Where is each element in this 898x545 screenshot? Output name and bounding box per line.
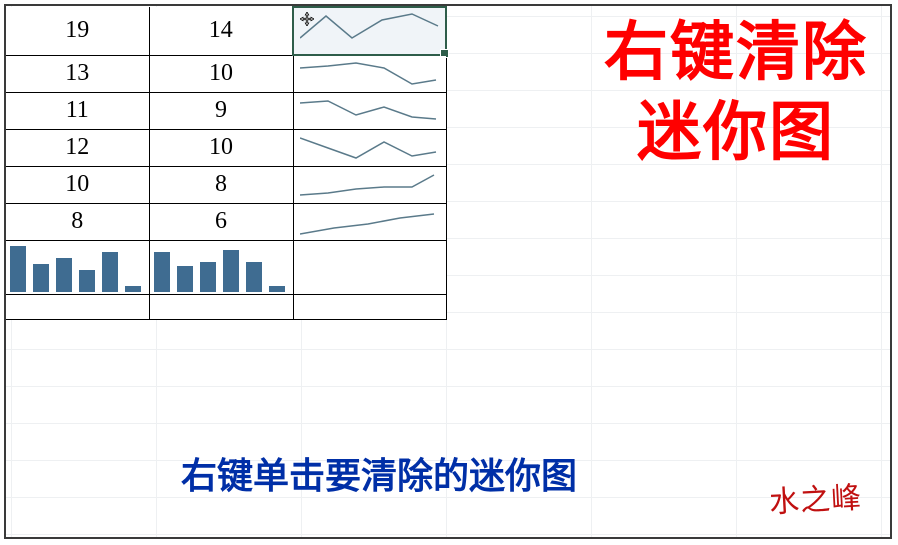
cell-b4[interactable]: 10 (149, 129, 293, 166)
cell-a3[interactable]: 11 (6, 92, 149, 129)
bar (269, 286, 285, 292)
cell-a7-bar-sparkline[interactable] (6, 240, 149, 294)
table-row: 8 6 (6, 203, 446, 240)
sparkline-icon (300, 97, 440, 127)
bar (33, 264, 49, 292)
table-row: 12 10 (6, 129, 446, 166)
cell-a2[interactable]: 13 (6, 55, 149, 92)
cell-c6-sparkline[interactable] (293, 203, 446, 240)
cell-a1[interactable]: 19 (6, 7, 149, 55)
table-row: 11 9 (6, 92, 446, 129)
table-row: 19 14 (6, 7, 446, 55)
bar (79, 270, 95, 292)
table-row-empty (6, 294, 446, 319)
cell-c2-sparkline[interactable] (293, 55, 446, 92)
bar (10, 246, 26, 292)
bar (200, 262, 216, 292)
bar (102, 252, 118, 292)
sparkline-icon (300, 171, 440, 201)
headline-line1: 右键清除 (604, 12, 868, 92)
signature-text: 水之峰 (768, 473, 863, 522)
cell-b2[interactable]: 10 (149, 55, 293, 92)
sparkline-icon (300, 134, 440, 164)
table-row-bars (6, 240, 446, 294)
cell-c7-empty[interactable] (293, 240, 446, 294)
cell-b6[interactable]: 6 (149, 203, 293, 240)
cell-a6[interactable]: 8 (6, 203, 149, 240)
bar-sparkline-icon (150, 241, 293, 294)
cell-b1[interactable]: 14 (149, 7, 293, 55)
cell-b5[interactable]: 8 (149, 166, 293, 203)
cell-b7-bar-sparkline[interactable] (149, 240, 293, 294)
table-row: 10 8 (6, 166, 446, 203)
cell-c5-sparkline[interactable] (293, 166, 446, 203)
headline-line2: 迷你图 (604, 92, 868, 172)
cell-c1-sparkline-selected[interactable] (293, 7, 446, 55)
bar (177, 266, 193, 292)
cell-empty[interactable] (6, 294, 149, 319)
bar (246, 262, 262, 292)
bar (154, 252, 170, 292)
cell-a4[interactable]: 12 (6, 129, 149, 166)
cell-empty[interactable] (293, 294, 446, 319)
instruction-text: 右键单击要清除的迷你图 (181, 447, 577, 499)
headline-text: 右键清除 迷你图 (604, 12, 868, 172)
sparkline-icon (300, 12, 440, 50)
table-row: 13 10 (6, 55, 446, 92)
cell-c4-sparkline[interactable] (293, 129, 446, 166)
cell-c3-sparkline[interactable] (293, 92, 446, 129)
data-table: 19 14 13 10 11 9 (6, 6, 447, 320)
sparkline-icon (300, 208, 440, 238)
bar (125, 286, 141, 292)
cell-a5[interactable]: 10 (6, 166, 149, 203)
cell-empty[interactable] (149, 294, 293, 319)
bar (223, 250, 239, 292)
cell-b3[interactable]: 9 (149, 92, 293, 129)
sparkline-icon (300, 60, 440, 90)
app-frame: 19 14 13 10 11 9 (4, 4, 892, 539)
bar-sparkline-icon (6, 241, 149, 294)
bar (56, 258, 72, 292)
